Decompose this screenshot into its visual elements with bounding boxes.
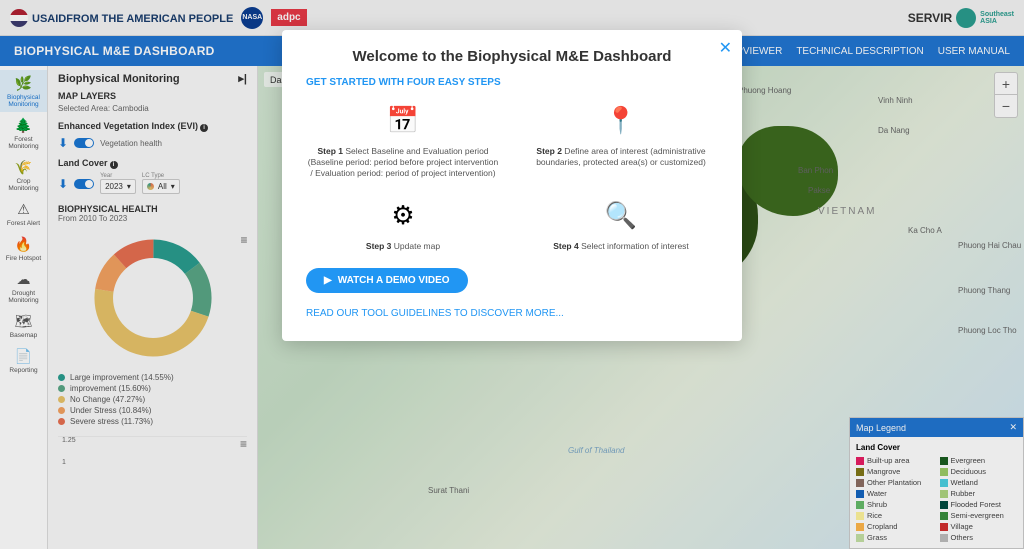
welcome-modal: ✕ Welcome to the Biophysical M&E Dashboa… (282, 30, 742, 341)
close-icon[interactable]: ✕ (719, 38, 732, 58)
onboarding-step: ⚙Step 3 Update map (306, 197, 500, 252)
modal-title: Welcome to the Biophysical M&E Dashboard (306, 48, 718, 65)
play-icon: ▶ (324, 275, 332, 286)
step-icon: 📅 (385, 102, 421, 138)
step-icon: 🔍 (603, 197, 639, 233)
modal-subtitle: GET STARTED WITH FOUR EASY STEPS (306, 77, 718, 88)
read-guidelines-link[interactable]: READ OUR TOOL GUIDELINES TO DISCOVER MOR… (306, 308, 564, 319)
step-icon: 📍 (603, 102, 639, 138)
modal-backdrop: ✕ Welcome to the Biophysical M&E Dashboa… (0, 0, 1024, 549)
onboarding-step: 🔍Step 4 Select information of interest (524, 197, 718, 252)
onboarding-step: 📍Step 2 Define area of interest (adminis… (524, 102, 718, 179)
onboarding-step: 📅Step 1 Select Baseline and Evaluation p… (306, 102, 500, 179)
step-icon: ⚙ (385, 197, 421, 233)
watch-demo-button[interactable]: ▶ WATCH A DEMO VIDEO (306, 268, 468, 293)
